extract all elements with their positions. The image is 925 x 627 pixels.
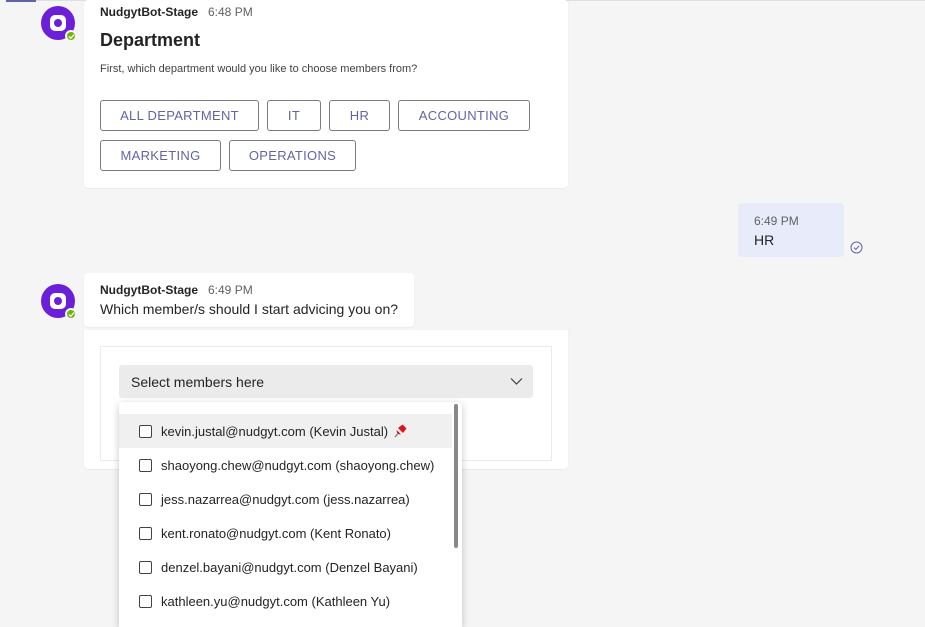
option-operations-button[interactable]: OPERATIONS — [229, 140, 356, 171]
member-option[interactable]: jess.nazarrea@nudgyt.com (jess.nazarrea) — [119, 482, 452, 516]
checkbox-icon[interactable] — [139, 424, 152, 438]
member-option-label: shaoyong.chew@nudgyt.com (shaoyong.chew) — [161, 457, 435, 473]
option-it-button[interactable]: IT — [267, 100, 321, 131]
member-option[interactable]: kevin.justal@nudgyt.com (Kevin Justal) — [119, 414, 452, 448]
bot-avatar-icon[interactable] — [41, 6, 77, 42]
dropdown-scrollbar[interactable] — [454, 404, 458, 548]
presence-available-icon — [65, 308, 77, 320]
top-accent — [6, 0, 36, 2]
checkbox-icon[interactable] — [139, 458, 152, 472]
bot-avatar-icon[interactable] — [41, 284, 77, 320]
checkbox-icon[interactable] — [139, 560, 152, 574]
card-title: Department — [100, 30, 201, 50]
message-meta: NudgytBot-Stage 6:49 PM — [100, 283, 253, 297]
sender-name[interactable]: NudgytBot-Stage — [100, 283, 198, 297]
checkbox-icon[interactable] — [139, 594, 152, 608]
checkbox-icon[interactable] — [139, 492, 152, 506]
member-option-label: kathleen.yu@nudgyt.com (Kathleen Yu) — [161, 593, 391, 609]
member-option[interactable]: kent.ronato@nudgyt.com (Kent Ronato) — [119, 516, 452, 550]
pushpin-icon — [394, 424, 407, 438]
message-text: HR — [754, 232, 775, 248]
member-option-label: jess.nazarrea@nudgyt.com (jess.nazarrea) — [161, 491, 410, 507]
member-option-label: denzel.bayani@nudgyt.com (Denzel Bayani) — [161, 559, 418, 575]
bot-logo-icon — [50, 15, 66, 31]
card-question: First, which department would you like t… — [100, 63, 418, 75]
bot-logo-icon — [50, 293, 66, 309]
member-options-list[interactable]: kevin.justal@nudgyt.com (Kevin Justal) s… — [119, 402, 462, 627]
member-select-dropdown[interactable]: Select members here — [119, 365, 533, 398]
option-hr-button[interactable]: HR — [329, 100, 390, 131]
member-option-label: kent.ronato@nudgyt.com (Kent Ronato) — [161, 525, 391, 541]
select-placeholder: Select members here — [131, 373, 265, 390]
question-message: NudgytBot-Stage 6:49 PM Which member/s s… — [84, 273, 414, 327]
checkbox-icon[interactable] — [139, 526, 152, 540]
seen-check-icon — [850, 241, 863, 254]
option-all-department-button[interactable]: ALL DEPARTMENT — [100, 100, 259, 131]
message-time: 6:49 PM — [754, 214, 799, 228]
message-time: 6:48 PM — [208, 5, 253, 19]
member-option-label: kevin.justal@nudgyt.com (Kevin Justal) — [161, 423, 389, 439]
chevron-down-icon[interactable] — [510, 376, 523, 386]
member-option[interactable]: kathleen.yu@nudgyt.com (Kathleen Yu) — [119, 584, 452, 618]
member-option[interactable]: shaoyong.chew@nudgyt.com (shaoyong.chew) — [119, 448, 452, 482]
message-time: 6:49 PM — [208, 283, 253, 297]
sender-name[interactable]: NudgytBot-Stage — [100, 5, 198, 19]
message-meta: NudgytBot-Stage 6:48 PM — [100, 5, 253, 19]
my-message-bubble[interactable]: 6:49 PM HR — [738, 203, 844, 257]
option-accounting-button[interactable]: ACCOUNTING — [398, 100, 530, 131]
member-option[interactable]: denzel.bayani@nudgyt.com (Denzel Bayani) — [119, 550, 452, 584]
presence-available-icon — [65, 30, 77, 42]
message-text: Which member/s should I start advicing y… — [100, 301, 399, 317]
option-marketing-button[interactable]: MARKETING — [100, 140, 221, 171]
